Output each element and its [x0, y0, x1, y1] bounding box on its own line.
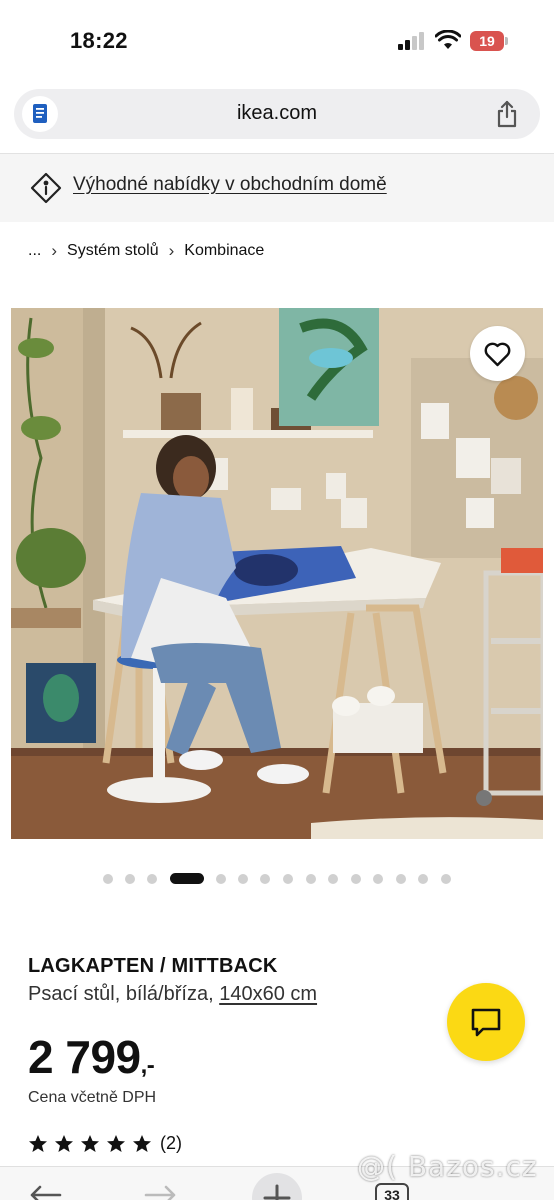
battery-icon: 19 [470, 31, 508, 51]
star-icon [133, 1134, 151, 1152]
back-arrow-icon[interactable] [28, 1183, 62, 1200]
product-price: 2 799,- [28, 1030, 155, 1084]
image-carousel-indicator[interactable] [0, 873, 554, 885]
rating-count[interactable]: (2) [160, 1133, 182, 1154]
breadcrumb-item-combinations[interactable]: Kombinace [184, 242, 264, 260]
carousel-dot[interactable] [147, 874, 157, 884]
breadcrumb-item-desk-systems[interactable]: Systém stolů [67, 242, 159, 260]
carousel-dot-active[interactable] [170, 873, 204, 884]
share-icon[interactable] [494, 100, 520, 128]
carousel-dot[interactable] [351, 874, 361, 884]
forward-arrow-icon[interactable] [144, 1183, 178, 1200]
star-icon [107, 1134, 125, 1152]
carousel-dot[interactable] [418, 874, 428, 884]
cellular-signal-icon [398, 32, 426, 50]
product-type: Psací stůl, bílá/bříza, [28, 983, 220, 1005]
breadcrumb-ellipsis[interactable]: ... [28, 242, 41, 260]
carousel-dot[interactable] [238, 874, 248, 884]
carousel-dot[interactable] [283, 874, 293, 884]
more-options-icon[interactable]: ••• [480, 1193, 509, 1200]
product-rating[interactable]: (2) [28, 1133, 182, 1154]
new-tab-button[interactable] [252, 1173, 302, 1200]
price-value: 2 799 [28, 1031, 141, 1083]
carousel-dot[interactable] [103, 874, 113, 884]
watermark: @( Bazos.cz [357, 1150, 538, 1183]
plus-icon [263, 1184, 291, 1200]
chevron-right-icon: › [51, 241, 58, 260]
product-image[interactable] [11, 308, 543, 839]
status-time: 18:22 [70, 28, 128, 53]
battery-level: 19 [470, 31, 504, 51]
store-offers-banner[interactable]: Výhodné nabídky v obchodním domě [0, 154, 554, 222]
carousel-dot[interactable] [260, 874, 270, 884]
carousel-dot[interactable] [125, 874, 135, 884]
carousel-dot[interactable] [216, 874, 226, 884]
carousel-dot[interactable] [441, 874, 451, 884]
product-size-link[interactable]: 140x60 cm [219, 983, 317, 1005]
product-name: LAGKAPTEN / MITTBACK [28, 955, 278, 977]
product-photo [11, 308, 543, 839]
status-bar: 18:22 19 [0, 0, 554, 78]
carousel-dot[interactable] [373, 874, 383, 884]
tabs-button[interactable]: 33 [375, 1183, 409, 1200]
heart-icon [484, 342, 511, 367]
vat-note: Cena včetně DPH [28, 1089, 157, 1106]
carousel-dot[interactable] [306, 874, 316, 884]
address-bar[interactable]: ikea.com [14, 89, 540, 139]
price-suffix: ,- [140, 1052, 155, 1079]
add-to-favourites-button[interactable] [470, 326, 525, 381]
product-description: Psací stůl, bílá/bříza, 140x60 cm [28, 983, 317, 1006]
breadcrumb: ... › Systém stolů › Kombinace [28, 240, 264, 262]
carousel-dot[interactable] [396, 874, 406, 884]
star-icon [81, 1134, 99, 1152]
url-text[interactable]: ikea.com [14, 102, 540, 125]
star-icon [55, 1134, 73, 1152]
wifi-icon [435, 30, 461, 49]
tag-location-icon [30, 172, 62, 204]
chevron-right-icon: › [168, 241, 175, 260]
carousel-dot[interactable] [328, 874, 338, 884]
store-offers-link[interactable]: Výhodné nabídky v obchodním domě [73, 174, 387, 196]
chat-bubble-icon [471, 1008, 501, 1037]
star-icon [29, 1134, 47, 1152]
chat-button[interactable] [447, 983, 525, 1061]
